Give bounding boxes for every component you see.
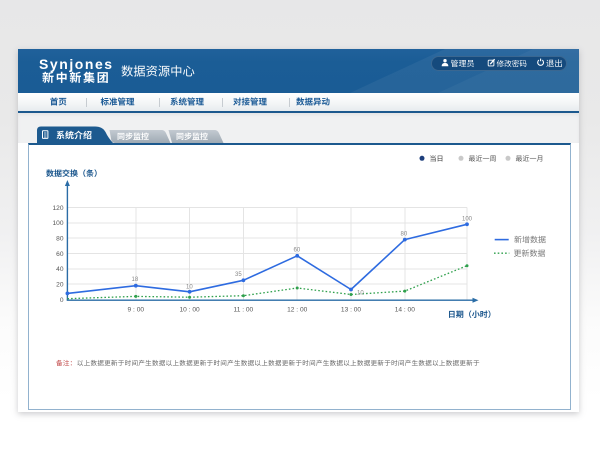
svg-text:18: 18 (132, 277, 139, 283)
svg-text:100: 100 (462, 216, 473, 222)
svg-text:10: 10 (186, 284, 193, 290)
svg-text:10: 10 (357, 291, 364, 297)
svg-text:14 : 00: 14 : 00 (395, 307, 415, 314)
svg-text:60: 60 (56, 251, 64, 258)
svg-text:9 : 00: 9 : 00 (128, 307, 145, 314)
svg-text:13 : 00: 13 : 00 (341, 307, 361, 314)
svg-text:80: 80 (56, 236, 64, 243)
svg-text:35: 35 (235, 272, 242, 278)
svg-text:20: 20 (56, 282, 64, 289)
svg-text:80: 80 (401, 232, 408, 238)
svg-text:12 : 00: 12 : 00 (287, 307, 307, 314)
svg-text:0: 0 (60, 297, 64, 304)
svg-text:10 : 00: 10 : 00 (180, 307, 200, 314)
svg-text:60: 60 (294, 248, 301, 254)
svg-text:40: 40 (56, 266, 64, 273)
svg-text:11 : 00: 11 : 00 (234, 307, 254, 314)
svg-text:100: 100 (52, 220, 63, 227)
svg-text:120: 120 (52, 205, 63, 212)
